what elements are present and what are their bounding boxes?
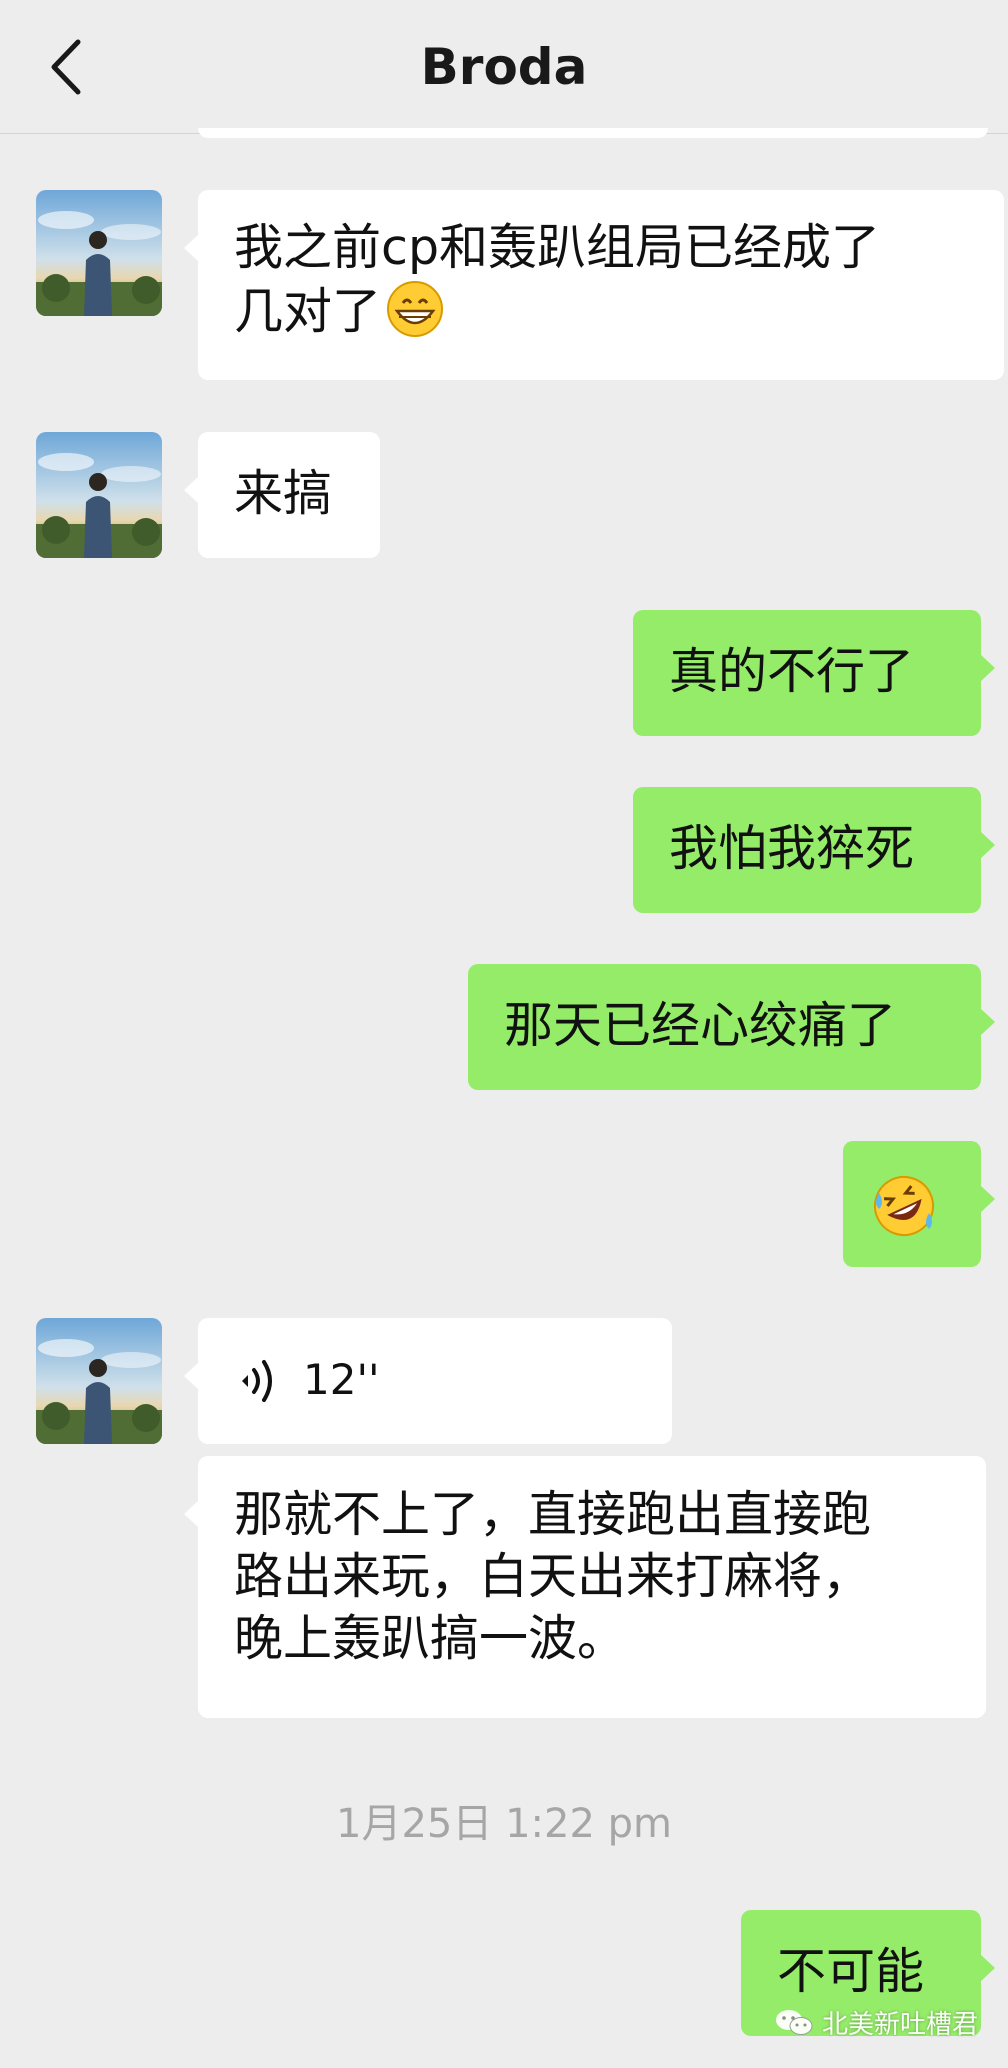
avatar[interactable] xyxy=(36,190,162,316)
message-text: 不可能 xyxy=(777,1943,925,2000)
chat-header: Broda xyxy=(0,0,1008,134)
avatar[interactable] xyxy=(36,432,162,558)
message-timestamp: 1月25日 1:22 pm xyxy=(336,1801,672,1847)
message-bubble-outgoing[interactable]: 那天已经心绞痛了 xyxy=(468,964,995,1090)
message-text: 我之前cp和轰趴组局已经成了 几对了 xyxy=(234,219,881,340)
message-bubble-incoming[interactable]: 我之前cp和轰趴组局已经成了 几对了 xyxy=(184,190,1004,380)
message-bubble-incoming[interactable]: 那就不上了，直接跑出直接跑 路出来玩，白天出来打麻将， 晚上轰趴搞一波。 xyxy=(184,1456,986,1718)
chat-title[interactable]: Broda xyxy=(0,32,1008,102)
voice-wave-icon xyxy=(242,1360,272,1402)
wechat-icon xyxy=(775,2009,813,2035)
voice-duration: 12'' xyxy=(303,1355,380,1404)
watermark-text: 北美新吐槽君 xyxy=(821,2010,978,2040)
message-bubble-incoming[interactable]: 来搞 xyxy=(184,432,380,558)
message-text: 我怕我猝死 xyxy=(669,820,915,877)
message-text: 真的不行了 xyxy=(669,643,915,700)
voice-message[interactable]: 12'' xyxy=(184,1318,672,1444)
message-bubble-outgoing[interactable]: 我怕我猝死 xyxy=(633,787,995,913)
previous-message-edge xyxy=(198,128,988,138)
rolling-laughing-face-icon xyxy=(874,1175,934,1236)
watermark: 北美新吐槽君 xyxy=(774,2004,978,2041)
avatar[interactable] xyxy=(36,1318,162,1444)
message-text: 那天已经心绞痛了 xyxy=(504,997,897,1054)
grinning-face-icon xyxy=(387,280,444,337)
message-bubble-outgoing[interactable]: 真的不行了 xyxy=(633,610,995,736)
message-text: 那就不上了，直接跑出直接跑 路出来玩，白天出来打麻将， 晚上轰趴搞一波。 xyxy=(234,1486,872,1667)
message-text: 来搞 xyxy=(234,465,333,522)
message-bubble-outgoing[interactable] xyxy=(843,1141,995,1267)
